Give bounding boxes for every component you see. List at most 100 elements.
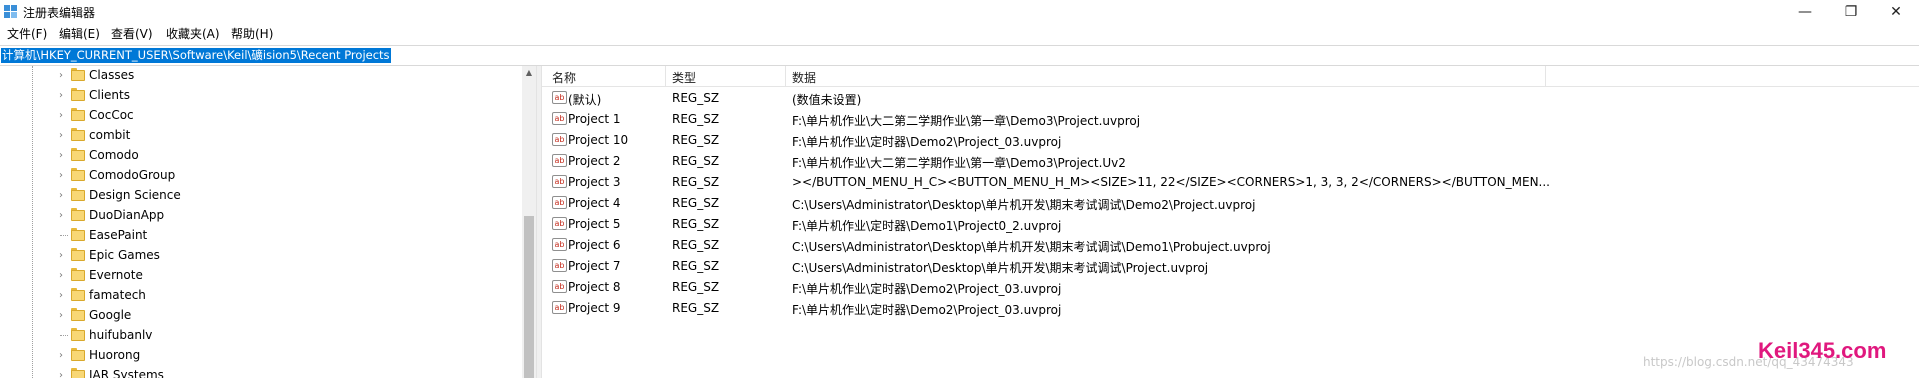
value-row[interactable]: ab Project 9 REG_SZ F:\单片机作业\定时器\Demo2\Proj… (542, 298, 1919, 319)
tree-scrollbar[interactable]: ▲ (522, 66, 536, 378)
expand-chevron-icon[interactable]: › (56, 170, 66, 182)
value-data: C:\Users\Administrator\Desktop\单片机开发\期末考… (792, 240, 1271, 254)
value-name: Project 9 (568, 301, 621, 315)
tree-item[interactable]: huifubanlv (0, 326, 520, 346)
tree-item[interactable]: › Comodo (0, 146, 520, 166)
minimize-button[interactable]: — (1782, 0, 1828, 26)
tree-item[interactable]: › Design Science (0, 186, 520, 206)
folder-icon (71, 110, 85, 121)
expand-chevron-icon[interactable]: › (56, 310, 66, 322)
folder-icon (71, 330, 85, 341)
expand-chevron-icon[interactable]: › (56, 90, 66, 102)
tree-item[interactable]: › combit (0, 126, 520, 146)
tree-item[interactable]: › ComodoGroup (0, 166, 520, 186)
tree-item[interactable]: › Classes (0, 66, 520, 86)
string-value-icon: ab (552, 259, 567, 272)
expand-chevron-icon[interactable]: › (56, 130, 66, 142)
menu-help[interactable]: 帮助(H) (231, 25, 273, 42)
expand-chevron-icon[interactable]: › (56, 110, 66, 122)
value-data: (数值未设置) (792, 93, 862, 107)
tree-item-label: Clients (89, 88, 130, 102)
tree-item-label: famatech (89, 288, 146, 302)
tree-item[interactable]: › IAR Systems (0, 366, 520, 378)
folder-icon (71, 310, 85, 321)
value-name: Project 7 (568, 259, 621, 273)
expand-chevron-icon[interactable]: › (56, 250, 66, 262)
column-header-data[interactable]: 数据 (792, 69, 816, 86)
value-data: F:\单片机作业\定时器\Demo2\Project_03.uvproj (792, 303, 1062, 317)
expand-chevron-icon[interactable]: › (56, 150, 66, 162)
maximize-button[interactable]: ❐ (1828, 0, 1874, 26)
string-value-icon: ab (552, 91, 567, 104)
tree-item[interactable]: › famatech (0, 286, 520, 306)
column-divider[interactable] (785, 66, 786, 86)
expand-chevron-icon[interactable]: › (56, 370, 66, 378)
value-data: C:\Users\Administrator\Desktop\单片机开发\期末考… (792, 198, 1256, 212)
folder-icon (71, 350, 85, 361)
value-row[interactable]: ab Project 10 REG_SZ F:\单片机作业\定时器\Demo2\Pro… (542, 130, 1919, 151)
column-divider[interactable] (665, 66, 666, 86)
address-bar[interactable]: 计算机\HKEY_CURRENT_USER\Software\Keil\礦isi… (0, 45, 1919, 66)
value-type: REG_SZ (672, 91, 720, 105)
address-path[interactable]: 计算机\HKEY_CURRENT_USER\Software\Keil\礦isi… (1, 48, 391, 63)
column-header-name[interactable]: 名称 (552, 69, 576, 86)
value-data: F:\单片机作业\定时器\Demo1\Project0_2.uvproj (792, 219, 1062, 233)
expand-chevron-icon[interactable]: › (56, 210, 66, 222)
folder-icon (71, 70, 85, 81)
value-row[interactable]: ab Project 7 REG_SZ C:\Users\Administrator\… (542, 256, 1919, 277)
column-header-type[interactable]: 类型 (672, 69, 696, 86)
value-row[interactable]: ab Project 2 REG_SZ F:\单片机作业\大二第二学期作业\第一章\D… (542, 151, 1919, 172)
value-list: 名称 类型 数据 ab (默认) REG_SZ (数值未设置) ab Project 1R… (542, 66, 1919, 378)
scroll-up-arrow-icon[interactable]: ▲ (522, 66, 536, 80)
value-row[interactable]: ab Project 5 REG_SZ F:\单片机作业\定时器\Demo1\Proj… (542, 214, 1919, 235)
close-button[interactable]: ✕ (1873, 0, 1919, 26)
string-value-icon: ab (552, 133, 567, 146)
value-type: REG_SZ (672, 154, 720, 168)
value-type: REG_SZ (672, 238, 720, 252)
string-value-icon: ab (552, 175, 567, 188)
expand-chevron-icon[interactable]: › (56, 350, 66, 362)
tree-item[interactable]: EasePaint (0, 226, 520, 246)
tree-connector-line (60, 335, 68, 336)
tree-item[interactable]: › Huorong (0, 346, 520, 366)
string-value-icon: ab (552, 112, 567, 125)
tree-item[interactable]: › Evernote (0, 266, 520, 286)
tree-item-label: DuoDianApp (89, 208, 165, 222)
brand-logo-text: Keil345.com (1758, 338, 1887, 363)
tree-item[interactable]: › DuoDianApp (0, 206, 520, 226)
value-type: REG_SZ (672, 133, 720, 147)
value-row[interactable]: ab Project 1 REG_SZ F:\单片机作业\大二第二学期作业\第一章\D… (542, 109, 1919, 130)
folder-icon (71, 270, 85, 281)
value-name: Project 8 (568, 280, 621, 294)
expand-chevron-icon[interactable]: › (56, 190, 66, 202)
menu-edit[interactable]: 编辑(E) (59, 25, 100, 42)
tree-item[interactable]: › CocCoc (0, 106, 520, 126)
column-divider[interactable] (1545, 66, 1546, 86)
tree-item-label: huifubanlv (89, 328, 153, 342)
value-name: Project 10 (568, 133, 629, 147)
value-row[interactable]: ab Project 8 REG_SZ F:\单片机作业\定时器\Demo2\Proj… (542, 277, 1919, 298)
tree-item-label: IAR Systems (89, 368, 164, 378)
tree-item-label: EasePaint (89, 228, 148, 242)
expand-chevron-icon[interactable]: › (56, 70, 66, 82)
tree-item[interactable]: › Epic Games (0, 246, 520, 266)
menu-view[interactable]: 查看(V) (111, 25, 153, 42)
folder-icon (71, 370, 85, 378)
tree-item[interactable]: › Clients (0, 86, 520, 106)
expand-chevron-icon[interactable]: › (56, 290, 66, 302)
value-data: F:\单片机作业\大二第二学期作业\第一章\Demo3\Project.Uv2 (792, 156, 1126, 170)
value-data: F:\单片机作业\定时器\Demo2\Project_03.uvproj (792, 282, 1062, 296)
tree-item-label: Huorong (89, 348, 141, 362)
value-row[interactable]: ab Project 4 REG_SZ C:\Users\Administrator\… (542, 193, 1919, 214)
value-name: (默认) (568, 93, 602, 107)
tree-item-label: combit (89, 128, 131, 142)
tree-item[interactable]: › Google (0, 306, 520, 326)
menu-favorites[interactable]: 收藏夹(A) (166, 25, 220, 42)
expand-chevron-icon[interactable]: › (56, 270, 66, 282)
value-row[interactable]: ab (默认) REG_SZ (数值未设置) (542, 88, 1919, 109)
menu-file[interactable]: 文件(F) (7, 25, 47, 42)
tree-scroll-thumb[interactable] (524, 216, 534, 378)
value-row[interactable]: ab Project 6 REG_SZ C:\Users\Administrator\… (542, 235, 1919, 256)
tree-item-label: Comodo (89, 148, 139, 162)
value-row[interactable]: ab Project 3 REG_SZ ></BUTTON_MENU_H_C><BUT… (542, 172, 1919, 193)
